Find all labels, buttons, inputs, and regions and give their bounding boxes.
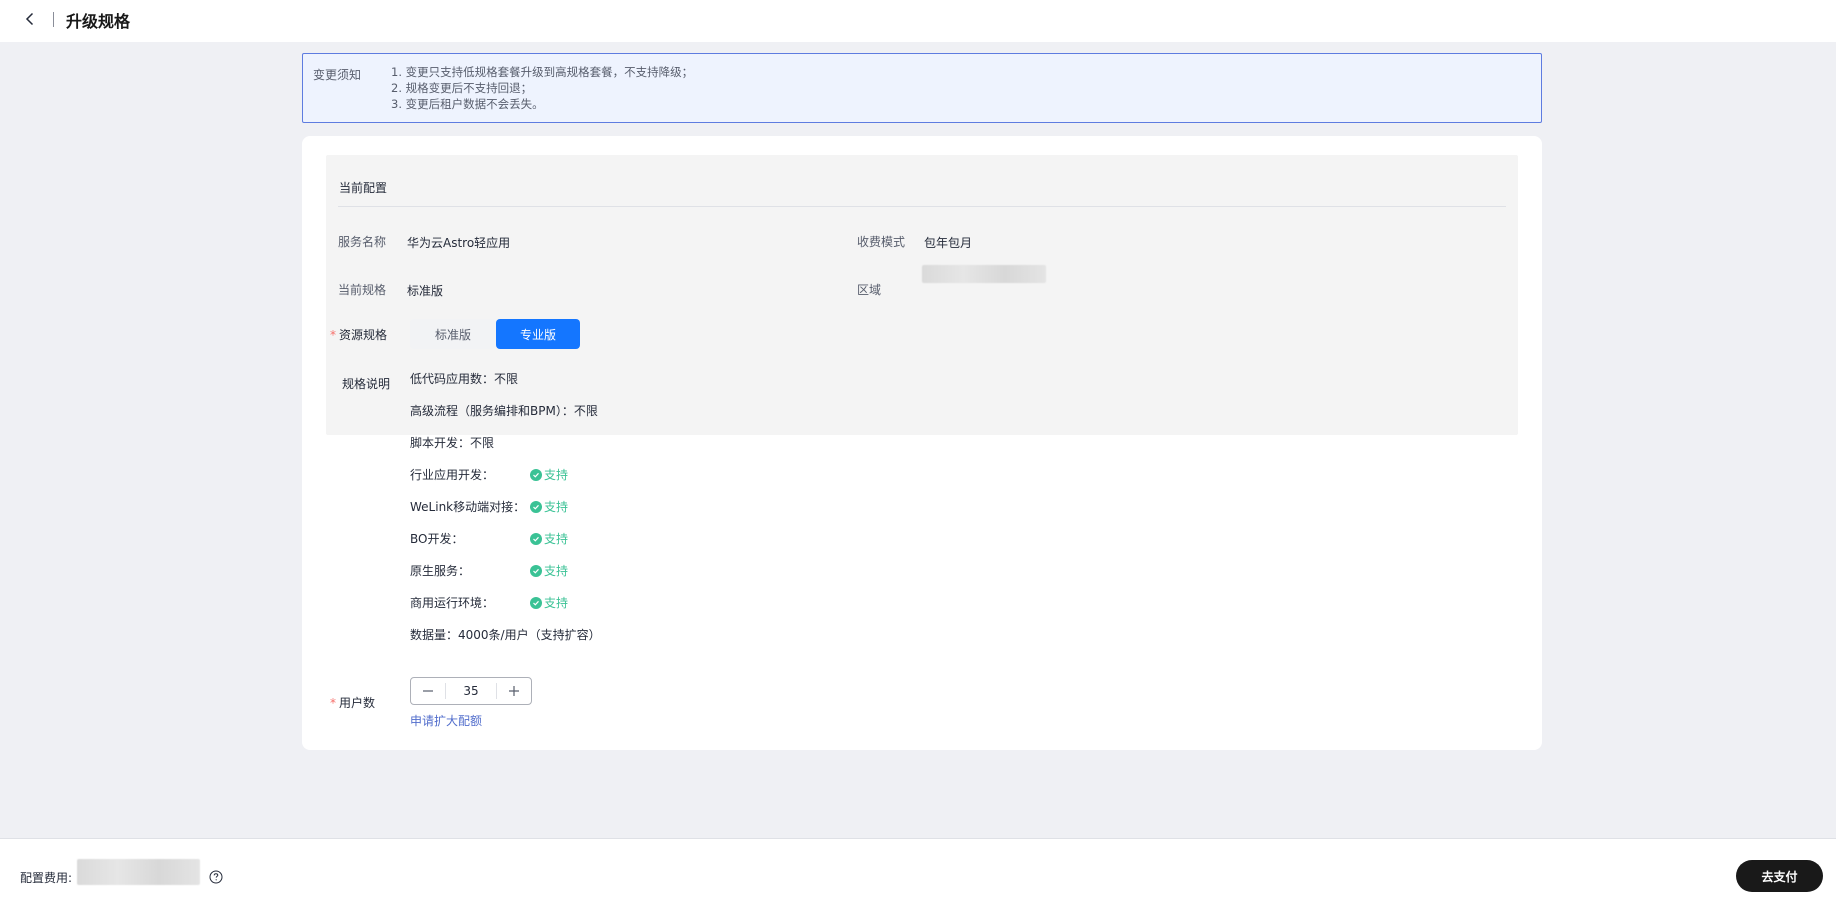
spec-option-standard[interactable]: 标准版 — [410, 319, 496, 349]
spec-label: * 资源规格 — [330, 326, 387, 343]
notice-item: 3. 变更后租户数据不会丢失。 — [391, 97, 544, 111]
support-badge: 支持 — [530, 498, 568, 515]
users-input[interactable]: 35 — [446, 684, 496, 698]
feature-native: 原生服务： — [410, 564, 471, 578]
chevron-left-icon[interactable] — [22, 11, 38, 27]
expand-quota-link[interactable]: 申请扩大配额 — [410, 712, 482, 729]
support-text: 支持 — [544, 564, 569, 578]
increment-button[interactable] — [497, 678, 531, 704]
pay-button[interactable]: 去支付 — [1736, 860, 1823, 892]
users-label: * 用户数 — [330, 694, 375, 711]
feature-script: 脚本开发：不限 — [410, 436, 495, 450]
upgrade-card: 当前配置 服务名称 华为云Astro轻应用 收费模式 包年包月 当前规格 标准版… — [302, 136, 1542, 750]
current-spec-value: 标准版 — [407, 284, 444, 298]
support-text: 支持 — [544, 532, 569, 546]
required-mark: * — [330, 328, 336, 342]
region-value-redacted — [922, 265, 1046, 283]
minus-icon — [423, 690, 433, 692]
feature-welink: WeLink移动端对接： — [410, 500, 526, 514]
billing-mode-value: 包年包月 — [924, 236, 973, 250]
check-circle-icon — [530, 532, 542, 545]
support-badge: 支持 — [530, 562, 568, 579]
feature-lowcode: 低代码应用数：不限 — [410, 372, 519, 386]
footer-bar: 配置费用: 去支付 — [0, 838, 1836, 898]
billing-mode-label: 收费模式 — [857, 235, 906, 249]
support-text: 支持 — [544, 596, 569, 610]
feature-bo: BO开发： — [410, 532, 464, 546]
page-title: 升级规格 — [66, 12, 131, 31]
feature-industry: 行业应用开发： — [410, 468, 495, 482]
support-text: 支持 — [544, 500, 569, 514]
feature-advanced-flow: 高级流程（服务编排和BPM）：不限 — [410, 404, 598, 418]
check-circle-icon — [530, 468, 542, 481]
check-circle-icon — [530, 596, 542, 609]
page-header: 升级规格 — [0, 0, 1836, 42]
support-badge: 支持 — [530, 594, 568, 611]
service-name-label: 服务名称 — [338, 235, 387, 249]
notice-list: 1. 变更只支持低规格套餐升级到高规格套餐，不支持降级； 2. 规格变更后不支持… — [391, 64, 693, 112]
question-circle-icon[interactable] — [209, 870, 223, 884]
fee-value-redacted — [77, 859, 200, 885]
feature-data: 数据量：4000条/用户（支持扩容） — [410, 628, 601, 642]
region-label: 区域 — [857, 283, 882, 297]
spec-toggle: 标准版 专业版 — [410, 319, 580, 349]
change-notice: 变更须知 1. 变更只支持低规格套餐升级到高规格套餐，不支持降级； 2. 规格变… — [302, 53, 1542, 123]
header-divider — [53, 12, 54, 27]
spec-option-professional[interactable]: 专业版 — [496, 319, 580, 349]
notice-label: 变更须知 — [313, 68, 362, 82]
users-stepper: 35 — [410, 677, 532, 705]
current-config-panel: 当前配置 服务名称 华为云Astro轻应用 收费模式 包年包月 当前规格 标准版… — [326, 155, 1518, 435]
notice-item: 2. 规格变更后不支持回退； — [391, 81, 533, 95]
spec-label-text: 资源规格 — [339, 328, 388, 342]
plus-icon — [509, 686, 519, 696]
support-badge: 支持 — [530, 530, 568, 547]
check-circle-icon — [530, 500, 542, 513]
divider — [338, 206, 1506, 207]
support-text: 支持 — [544, 468, 569, 482]
feature-commercial: 商用运行环境： — [410, 596, 495, 610]
spec-desc-label: 规格说明 — [342, 377, 391, 391]
decrement-button[interactable] — [411, 678, 445, 704]
check-circle-icon — [530, 564, 542, 577]
current-spec-label: 当前规格 — [338, 283, 387, 297]
required-mark: * — [330, 696, 336, 710]
notice-item: 1. 变更只支持低规格套餐升级到高规格套餐，不支持降级； — [391, 65, 694, 79]
users-label-text: 用户数 — [339, 696, 376, 710]
service-name-value: 华为云Astro轻应用 — [407, 236, 511, 250]
fee-label: 配置费用: — [20, 871, 73, 885]
support-badge: 支持 — [530, 466, 568, 483]
current-config-title: 当前配置 — [339, 181, 388, 195]
